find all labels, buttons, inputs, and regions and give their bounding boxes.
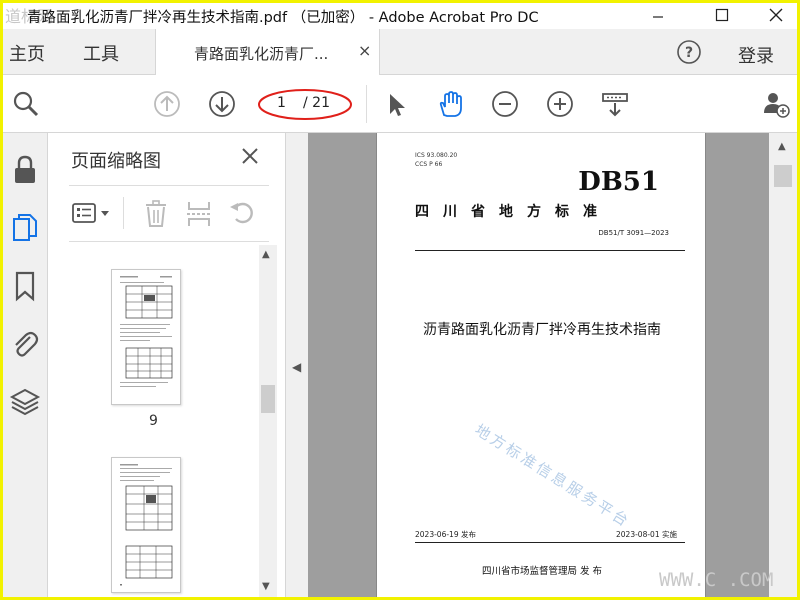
svg-text:?: ?: [685, 45, 693, 61]
divider: [123, 197, 124, 229]
login-button[interactable]: 登录: [738, 42, 774, 68]
scroll-up-icon[interactable]: ▲: [778, 141, 786, 152]
document-tab[interactable]: 青路面乳化沥青厂... ×: [155, 29, 380, 75]
page-thumbnail[interactable]: [111, 457, 181, 593]
search-zoom-icon[interactable]: [11, 89, 41, 119]
lock-icon[interactable]: [8, 153, 42, 187]
menu-home[interactable]: 主页: [9, 40, 45, 66]
maximize-icon: [715, 8, 729, 22]
page-thumbnail[interactable]: [111, 269, 181, 405]
document-scrollbar[interactable]: ▲: [769, 133, 797, 597]
close-window-button[interactable]: [753, 3, 797, 27]
header-rule: [415, 250, 685, 251]
bookmark-icon[interactable]: [8, 269, 42, 303]
footer-rule: [415, 542, 685, 543]
scroll-down-icon[interactable]: ▼: [262, 581, 270, 592]
divider: [69, 241, 269, 242]
minimize-icon: [653, 16, 663, 18]
thumbnails-toolbar: [69, 189, 269, 241]
document-tab-label: 青路面乳化沥青厂...: [194, 45, 329, 63]
panel-collapse-handle[interactable]: ◀: [286, 133, 308, 597]
hand-tool-icon[interactable]: [435, 89, 465, 119]
site-watermark: WWW.C .COM: [659, 569, 774, 591]
toolbar-divider: [366, 85, 367, 123]
left-navigation-rail: [3, 133, 48, 597]
options-menu-icon[interactable]: [71, 201, 115, 227]
add-user-icon[interactable]: [761, 89, 791, 119]
divider: [69, 185, 269, 186]
scrollbar-thumb[interactable]: [261, 385, 275, 413]
zoom-out-icon[interactable]: [490, 89, 520, 119]
menu-tools[interactable]: 工具: [83, 40, 119, 66]
pdf-page: ICS 93.080.20 CCS P 66 DB51 四川省地方标准 DB51…: [376, 133, 706, 597]
layers-icon[interactable]: [8, 385, 42, 419]
page-number-field[interactable]: 1 / 21: [258, 89, 352, 120]
minimize-button[interactable]: [635, 3, 681, 27]
delete-page-icon[interactable]: [143, 199, 169, 229]
maximize-button[interactable]: [699, 3, 745, 27]
window-title: 青路面乳化沥青厂拌冷再生技术指南.pdf （已加密） - Adobe Acrob…: [27, 10, 539, 26]
extract-page-icon[interactable]: [185, 199, 213, 229]
publish-date: 2023-06-19 发布: [415, 530, 476, 539]
issuing-authority: 四川省市场监督管理局 发 布: [481, 566, 603, 577]
main-toolbar: 1 / 21: [3, 75, 797, 133]
ccs-line: CCS P 66: [415, 161, 443, 168]
help-icon[interactable]: ?: [676, 39, 702, 65]
scroll-mode-icon[interactable]: [600, 89, 630, 119]
thumbnails-panel-title: 页面缩略图: [71, 151, 161, 172]
zoom-in-icon[interactable]: [545, 89, 575, 119]
chevron-left-icon[interactable]: ◀: [292, 360, 301, 374]
thumbnails-scrollbar[interactable]: ▲ ▼: [259, 245, 277, 597]
ics-line: ICS 93.080.20: [415, 152, 458, 159]
watermark-text: 地方标准信息服务平台: [471, 420, 634, 532]
standard-number: DB51/T 3091—2023: [598, 229, 669, 237]
select-cursor-icon[interactable]: [381, 89, 411, 119]
scroll-up-icon[interactable]: ▲: [262, 249, 270, 260]
tab-close-icon[interactable]: ×: [358, 41, 371, 60]
document-title: 沥青路面乳化沥青厂拌冷再生技术指南: [423, 322, 661, 338]
rotate-page-icon[interactable]: [227, 199, 257, 229]
page-thumbnails-icon[interactable]: [8, 211, 42, 245]
page-total: / 21: [303, 95, 330, 111]
close-icon: [769, 8, 783, 22]
ics-code: ICS 93.080.20 CCS P 66: [415, 151, 457, 169]
attachment-icon[interactable]: [8, 327, 42, 361]
page-up-icon[interactable]: [152, 89, 182, 119]
scrollbar-thumb[interactable]: [774, 165, 792, 187]
close-panel-icon[interactable]: [239, 145, 261, 167]
acrobat-window: 道标网 青路面乳化沥青厂拌冷再生技术指南.pdf （已加密） - Adobe A…: [3, 3, 797, 597]
document-viewer: ICS 93.080.20 CCS P 66 DB51 四川省地方标准 DB51…: [308, 133, 769, 597]
thumbnail-preview: [120, 464, 173, 586]
title-bar: 道标网 青路面乳化沥青厂拌冷再生技术指南.pdf （已加密） - Adobe A…: [3, 3, 797, 29]
thumbnail-preview: [120, 276, 173, 387]
implement-date: 2023-08-01 实施: [616, 530, 677, 539]
page-down-icon[interactable]: [207, 89, 237, 119]
province-standard-label: 四川省地方标准: [415, 204, 611, 220]
menu-tab-bar: 主页 工具 青路面乳化沥青厂... × ? 登录: [3, 29, 797, 75]
page-current[interactable]: 1: [277, 95, 286, 111]
thumbnails-panel: 页面缩略图 9 ▲ ▼: [49, 133, 286, 597]
standard-code-heading: DB51: [578, 167, 659, 197]
page-thumbnail-number: 9: [149, 413, 158, 429]
